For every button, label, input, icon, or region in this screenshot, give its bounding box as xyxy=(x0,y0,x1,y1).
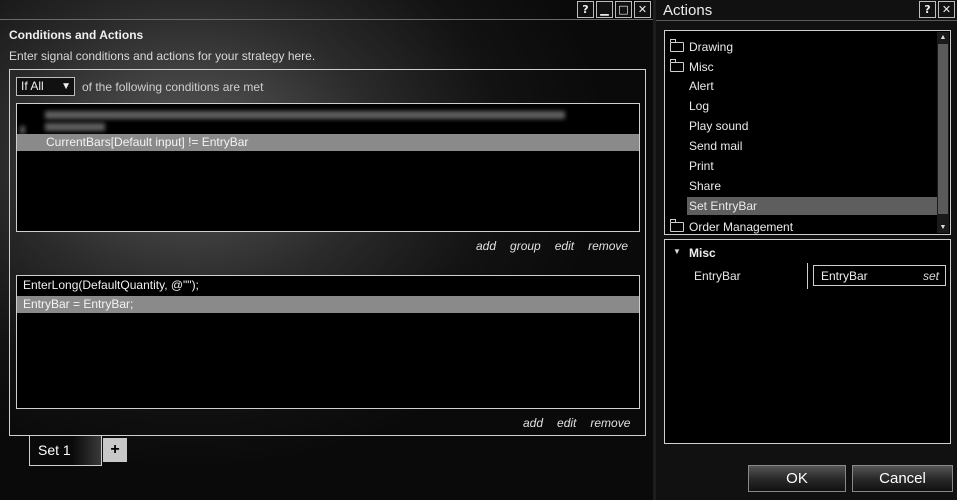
tree-item-alert[interactable]: Alert xyxy=(689,77,714,95)
tree-folder-order-management[interactable]: Order Management xyxy=(670,218,930,234)
tree-item-send-mail[interactable]: Send mail xyxy=(689,137,742,155)
tab-set-1[interactable]: Set 1 xyxy=(29,436,102,466)
tree-item-share[interactable]: Share xyxy=(689,177,721,195)
tree-item-print[interactable]: Print xyxy=(689,157,714,175)
properties-panel: ▼ Misc EntryBar EntryBar set xyxy=(664,239,951,444)
conditions-window: ? ▁ □ ✕ Conditions and Actions Enter sig… xyxy=(0,0,653,500)
tree-scrollbar[interactable]: ▲ ▼ xyxy=(937,32,949,233)
condition-mode-value: If All xyxy=(21,79,44,93)
action-add-link[interactable]: add xyxy=(523,416,543,430)
page-title: Conditions and Actions xyxy=(9,28,144,42)
scroll-up-icon[interactable]: ▲ xyxy=(937,32,949,43)
actions-window-title: Actions xyxy=(663,2,713,19)
action-label: EnterLong(DefaultQuantity, @""); xyxy=(23,278,199,292)
property-value: EntryBar xyxy=(821,269,868,283)
condition-remove-link[interactable]: remove xyxy=(588,239,628,253)
chevron-down-icon: ▼ xyxy=(61,81,71,92)
tree-item-log[interactable]: Log xyxy=(689,97,709,115)
action-edit-link[interactable]: edit xyxy=(557,416,576,430)
minimize-button[interactable]: ▁ xyxy=(596,1,613,18)
collapse-triangle-icon[interactable]: ▼ xyxy=(673,247,681,256)
tree-item-play-sound[interactable]: Play sound xyxy=(689,117,748,135)
condition-mode-select[interactable]: If All ▼ xyxy=(16,77,75,96)
title-divider xyxy=(0,19,653,20)
cancel-button[interactable]: Cancel xyxy=(852,465,953,492)
close-button[interactable]: ✕ xyxy=(938,1,955,18)
help-button[interactable]: ? xyxy=(919,1,936,18)
window-buttons: ? ✕ xyxy=(919,1,955,18)
actions-tree[interactable]: Drawing Misc Alert Log Play sound Send m… xyxy=(664,30,951,235)
title-divider xyxy=(656,20,957,21)
property-category: Misc xyxy=(689,246,716,260)
close-button[interactable]: ✕ xyxy=(634,1,651,18)
condition-add-link[interactable]: add xyxy=(476,239,496,253)
blurred-marker xyxy=(20,126,25,134)
condition-label: CurrentBars[Default input] != EntryBar xyxy=(46,135,249,149)
action-links: add edit remove xyxy=(523,416,630,430)
tree-label: Misc xyxy=(689,60,714,74)
property-value-field[interactable]: EntryBar set xyxy=(813,265,946,286)
blurred-condition-line xyxy=(45,123,105,131)
folder-icon xyxy=(670,219,684,232)
conditions-list[interactable]: CurrentBars[Default input] != EntryBar xyxy=(16,103,640,232)
scrollbar-thumb[interactable] xyxy=(938,44,948,214)
tree-folder-misc[interactable]: Misc xyxy=(670,58,930,76)
help-button[interactable]: ? xyxy=(577,1,594,18)
action-row[interactable]: EnterLong(DefaultQuantity, @""); xyxy=(17,277,639,294)
action-label: EntryBar = EntryBar; xyxy=(23,297,134,311)
add-tab-button[interactable]: + xyxy=(103,438,127,462)
property-divider xyxy=(807,263,808,289)
action-remove-link[interactable]: remove xyxy=(590,416,630,430)
folder-icon xyxy=(670,39,684,52)
set-link[interactable]: set xyxy=(923,269,939,283)
maximize-button[interactable]: □ xyxy=(615,1,632,18)
actions-list[interactable]: EnterLong(DefaultQuantity, @""); EntryBa… xyxy=(16,275,640,409)
condition-row[interactable]: CurrentBars[Default input] != EntryBar xyxy=(17,134,639,151)
tree-folder-drawing[interactable]: Drawing xyxy=(670,38,930,56)
condition-links: add group edit remove xyxy=(476,239,628,253)
blurred-condition-line xyxy=(45,111,565,119)
window-buttons: ? ▁ □ ✕ xyxy=(577,1,651,18)
condition-edit-link[interactable]: edit xyxy=(555,239,574,253)
property-name: EntryBar xyxy=(694,269,741,283)
condition-mode-suffix: of the following conditions are met xyxy=(82,80,264,94)
tree-label: Drawing xyxy=(689,40,734,54)
condition-group-link[interactable]: group xyxy=(510,239,541,253)
scroll-down-icon[interactable]: ▼ xyxy=(937,222,949,233)
ok-button[interactable]: OK xyxy=(748,465,846,492)
page-subtitle: Enter signal conditions and actions for … xyxy=(9,49,316,63)
tree-label: Order Management xyxy=(689,220,794,234)
folder-icon xyxy=(670,59,684,72)
actions-window: Actions ? ✕ Drawing Misc Alert Log Play … xyxy=(653,0,957,500)
tree-item-set-entrybar[interactable]: Set EntryBar xyxy=(687,197,938,215)
action-row[interactable]: EntryBar = EntryBar; xyxy=(17,296,639,313)
